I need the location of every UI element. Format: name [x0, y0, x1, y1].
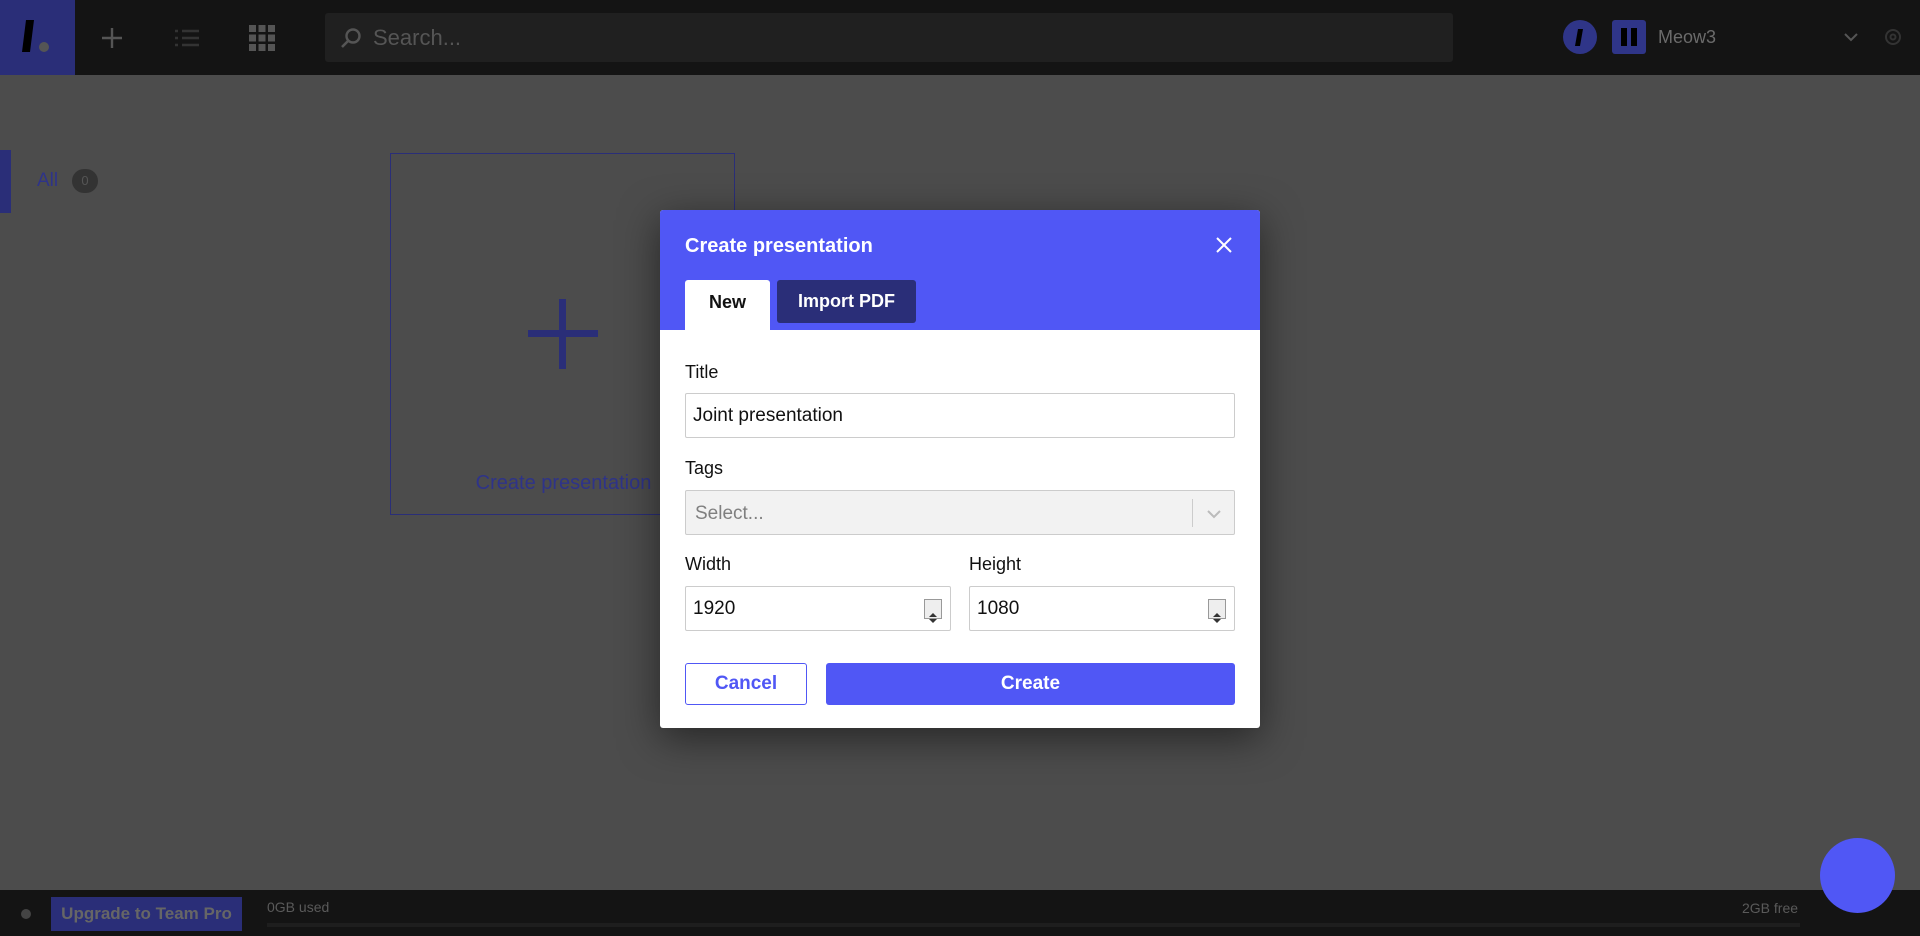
grid-view-icon[interactable]: [246, 22, 278, 54]
workspace-icon[interactable]: [1612, 20, 1646, 54]
storage-free-label: 2GB free: [1742, 900, 1799, 916]
tags-placeholder: Select...: [695, 503, 764, 524]
storage-used-label: 0GB used: [267, 899, 330, 915]
chat-button[interactable]: [1820, 838, 1895, 913]
width-label: Width: [685, 554, 732, 574]
width-input[interactable]: 1920: [685, 586, 951, 631]
search-input[interactable]: [373, 13, 1433, 62]
upgrade-button[interactable]: Upgrade to Team Pro: [51, 897, 242, 931]
dialog-title: Create presentation: [685, 235, 873, 257]
title-label: Title: [685, 362, 719, 382]
cancel-button[interactable]: Cancel: [685, 663, 807, 705]
height-value: 1080: [977, 598, 1020, 619]
app-logo[interactable]: [0, 0, 75, 75]
search-icon: [339, 26, 363, 50]
sidebar-item-all[interactable]: All: [37, 170, 58, 192]
width-stepper-icon[interactable]: [924, 599, 942, 623]
select-separator: [1192, 499, 1193, 527]
tags-label: Tags: [685, 458, 724, 478]
create-presentation-dialog: Create presentation New Import PDF Title…: [660, 210, 1260, 728]
height-stepper-icon[interactable]: [1208, 599, 1226, 623]
gear-icon[interactable]: [1882, 26, 1904, 48]
add-icon[interactable]: [96, 22, 128, 54]
list-view-icon[interactable]: [171, 22, 203, 54]
tags-select[interactable]: Select...: [685, 490, 1235, 535]
sidebar-item-count: 0: [72, 169, 98, 193]
sidebar-active-indicator: [0, 150, 11, 213]
width-value: 1920: [693, 598, 736, 619]
close-icon[interactable]: [1213, 234, 1235, 256]
user-avatar[interactable]: [1563, 20, 1597, 54]
workspace-name[interactable]: Meow3: [1658, 27, 1716, 48]
search-bar: [325, 13, 1453, 62]
height-label: Height: [969, 554, 1022, 574]
storage-usage-bar: [267, 923, 1800, 927]
title-input[interactable]: Joint presentation: [685, 393, 1235, 438]
logo-icon: [22, 20, 49, 52]
chevron-down-icon[interactable]: [1842, 28, 1860, 46]
tab-new[interactable]: New: [685, 280, 770, 330]
tab-import-pdf[interactable]: Import PDF: [777, 280, 916, 323]
height-input[interactable]: 1080: [969, 586, 1235, 631]
chevron-down-icon[interactable]: [1204, 504, 1224, 524]
bottom-bar: Upgrade to Team Pro 0GB used 2GB free: [0, 890, 1920, 936]
plus-icon: [528, 299, 598, 369]
dialog-header: Create presentation New Import PDF: [660, 210, 1260, 330]
create-button[interactable]: Create: [826, 663, 1235, 705]
status-dot: [21, 909, 31, 919]
top-bar: Meow3: [0, 0, 1920, 75]
